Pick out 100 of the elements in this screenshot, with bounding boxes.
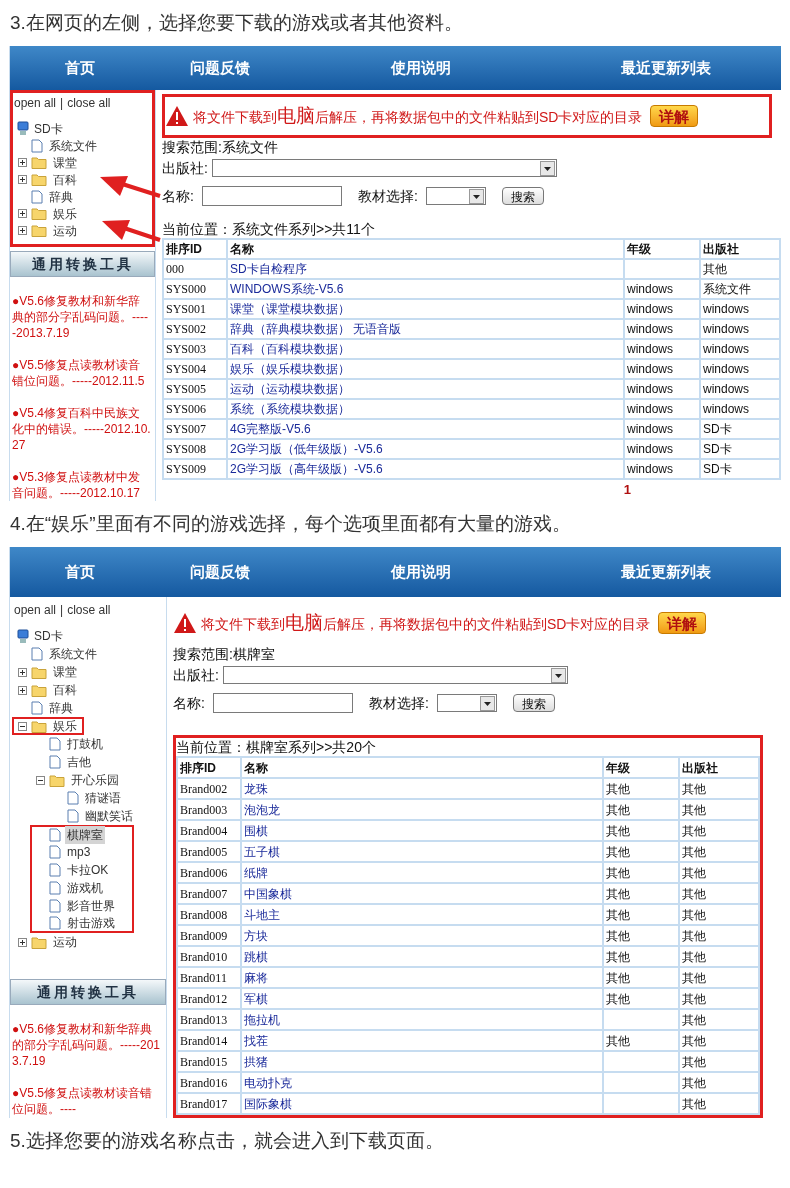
details-button[interactable]: 详解 <box>650 105 699 127</box>
tree-item[interactable]: 娱乐 <box>51 204 79 223</box>
column-header: 排序ID <box>163 239 227 259</box>
tree-item[interactable]: 棋牌室 <box>65 826 105 844</box>
nav-tab[interactable]: 首页 <box>10 560 150 584</box>
column-header: 出版社 <box>679 757 759 778</box>
step-caption: 3.在网页的左侧，选择您要下载的游戏或者其他资料。 <box>9 10 464 35</box>
tree-item[interactable]: 辞典 <box>47 187 75 206</box>
search-button[interactable]: 搜索 <box>501 187 544 205</box>
item-link[interactable]: 跳棋 <box>244 949 268 964</box>
open-folder-icon <box>31 719 47 733</box>
table-cell: windows <box>627 322 674 336</box>
collapse-icon[interactable] <box>36 775 45 785</box>
close-all-link[interactable]: close all <box>67 601 111 619</box>
folder-icon <box>31 683 47 697</box>
open-all-link[interactable]: open all <box>14 94 57 112</box>
nav-tab[interactable]: 最近更新列表 <box>551 56 781 80</box>
tool-button[interactable]: 通用转换工具 <box>10 979 166 1005</box>
item-link[interactable]: 4G完整版-V5.6 <box>230 422 311 436</box>
warning-icon <box>173 612 197 634</box>
expand-icon[interactable] <box>18 685 27 695</box>
open-all-link[interactable]: open all <box>14 601 57 619</box>
table-cell: SYS002 <box>163 319 227 339</box>
publisher-select[interactable] <box>211 159 557 177</box>
table-cell: Brand005 <box>177 841 241 862</box>
details-button[interactable]: 详解 <box>658 612 707 634</box>
item-link[interactable]: 电动扑克 <box>244 1075 292 1090</box>
textbook-select[interactable] <box>425 187 486 205</box>
tree-item[interactable]: 百科 <box>51 681 79 699</box>
item-link[interactable]: 围棋 <box>244 823 268 838</box>
item-link[interactable]: 斗地主 <box>244 907 280 922</box>
tree-item[interactable]: 系统文件 <box>47 136 99 155</box>
tree-item[interactable]: SD卡 <box>34 627 63 645</box>
tree-item[interactable]: 开心乐园 <box>69 771 121 789</box>
folder-icon <box>31 173 47 186</box>
item-link[interactable]: 拖拉机 <box>244 1012 280 1027</box>
item-link[interactable]: 方块 <box>244 928 268 943</box>
table-cell: 其他 <box>682 823 706 838</box>
nav-tab[interactable]: 问题反馈 <box>150 560 290 584</box>
tree-item[interactable]: 运动 <box>51 933 79 951</box>
search-button[interactable]: 搜索 <box>512 694 555 712</box>
table-cell: 其他 <box>682 928 706 943</box>
tree-item[interactable]: 猜谜语 <box>83 789 123 807</box>
item-link[interactable]: 国际象棋 <box>244 1096 292 1111</box>
tree-item[interactable]: 运动 <box>51 221 79 240</box>
tree-item[interactable]: 百科 <box>51 170 79 189</box>
document-icon <box>49 737 61 751</box>
expand-icon[interactable] <box>18 209 27 218</box>
item-link[interactable]: 泡泡龙 <box>244 802 280 817</box>
nav-tab[interactable]: 最近更新列表 <box>551 560 781 584</box>
tree-item[interactable]: 吉他 <box>65 753 93 771</box>
textbook-select[interactable] <box>436 694 497 712</box>
step-caption: 5.选择您要的游戏名称点击，就会进入到下载页面。 <box>9 1128 445 1153</box>
tree-item[interactable]: mp3 <box>65 843 93 861</box>
field-label: 出版社: <box>162 158 208 178</box>
expand-icon[interactable] <box>18 226 27 235</box>
name-field[interactable] <box>212 693 353 713</box>
update-note: ●V5.6修复教材和新华辞典的部分字乱码问题。-----2013.7.19 <box>12 1021 161 1069</box>
tree-item[interactable]: 系统文件 <box>47 645 99 663</box>
document-icon <box>49 899 61 913</box>
table-cell: Brand007 <box>177 883 241 904</box>
tree-item[interactable]: 辞典 <box>47 699 75 717</box>
tree-item[interactable]: 幽默笑话 <box>83 807 135 825</box>
tree-item[interactable]: 课堂 <box>51 663 79 681</box>
tree-item[interactable]: 卡拉OK <box>65 861 111 879</box>
table-cell: Brand006 <box>177 862 241 883</box>
tree-item[interactable]: 影音世界 <box>65 897 117 915</box>
tree-item[interactable]: SD卡 <box>34 119 63 138</box>
document-icon <box>31 138 43 153</box>
tree-item[interactable]: 课堂 <box>51 153 79 172</box>
expand-icon[interactable] <box>18 158 27 167</box>
publisher-select[interactable] <box>222 666 568 684</box>
tool-button[interactable]: 通用转换工具 <box>10 251 155 277</box>
nav-tab[interactable]: 首页 <box>10 56 150 80</box>
tree-item[interactable]: 打鼓机 <box>65 735 105 753</box>
table-cell: SD卡 <box>703 462 732 476</box>
item-link[interactable]: SD卡自检程序 <box>230 262 307 276</box>
item-link[interactable]: 军棋 <box>244 991 268 1006</box>
collapse-icon[interactable] <box>18 721 27 731</box>
close-all-link[interactable]: close all <box>67 94 111 112</box>
item-link[interactable]: 纸牌 <box>244 865 268 880</box>
table-cell: 其他 <box>682 1033 706 1048</box>
nav-tab[interactable]: 问题反馈 <box>150 56 290 80</box>
item-link[interactable]: 中国象棋 <box>244 886 292 901</box>
item-link[interactable]: 五子棋 <box>244 844 280 859</box>
expand-icon[interactable] <box>18 175 27 184</box>
name-field[interactable] <box>201 186 342 206</box>
document-icon <box>49 916 61 930</box>
tree-item[interactable]: 游戏机 <box>65 879 105 897</box>
nav-tab[interactable]: 使用说明 <box>290 560 551 584</box>
item-link[interactable]: 龙珠 <box>244 781 268 796</box>
item-link[interactable]: 找茬 <box>244 1033 268 1048</box>
expand-icon[interactable] <box>18 667 27 677</box>
page-link[interactable]: 1 <box>623 480 631 500</box>
nav-tab[interactable]: 使用说明 <box>290 56 551 80</box>
table-cell: 其他 <box>682 1096 706 1111</box>
separator: | <box>60 602 64 619</box>
item-link[interactable]: 麻将 <box>244 970 268 985</box>
expand-icon[interactable] <box>18 937 27 947</box>
item-link[interactable]: 拱猪 <box>244 1054 268 1069</box>
